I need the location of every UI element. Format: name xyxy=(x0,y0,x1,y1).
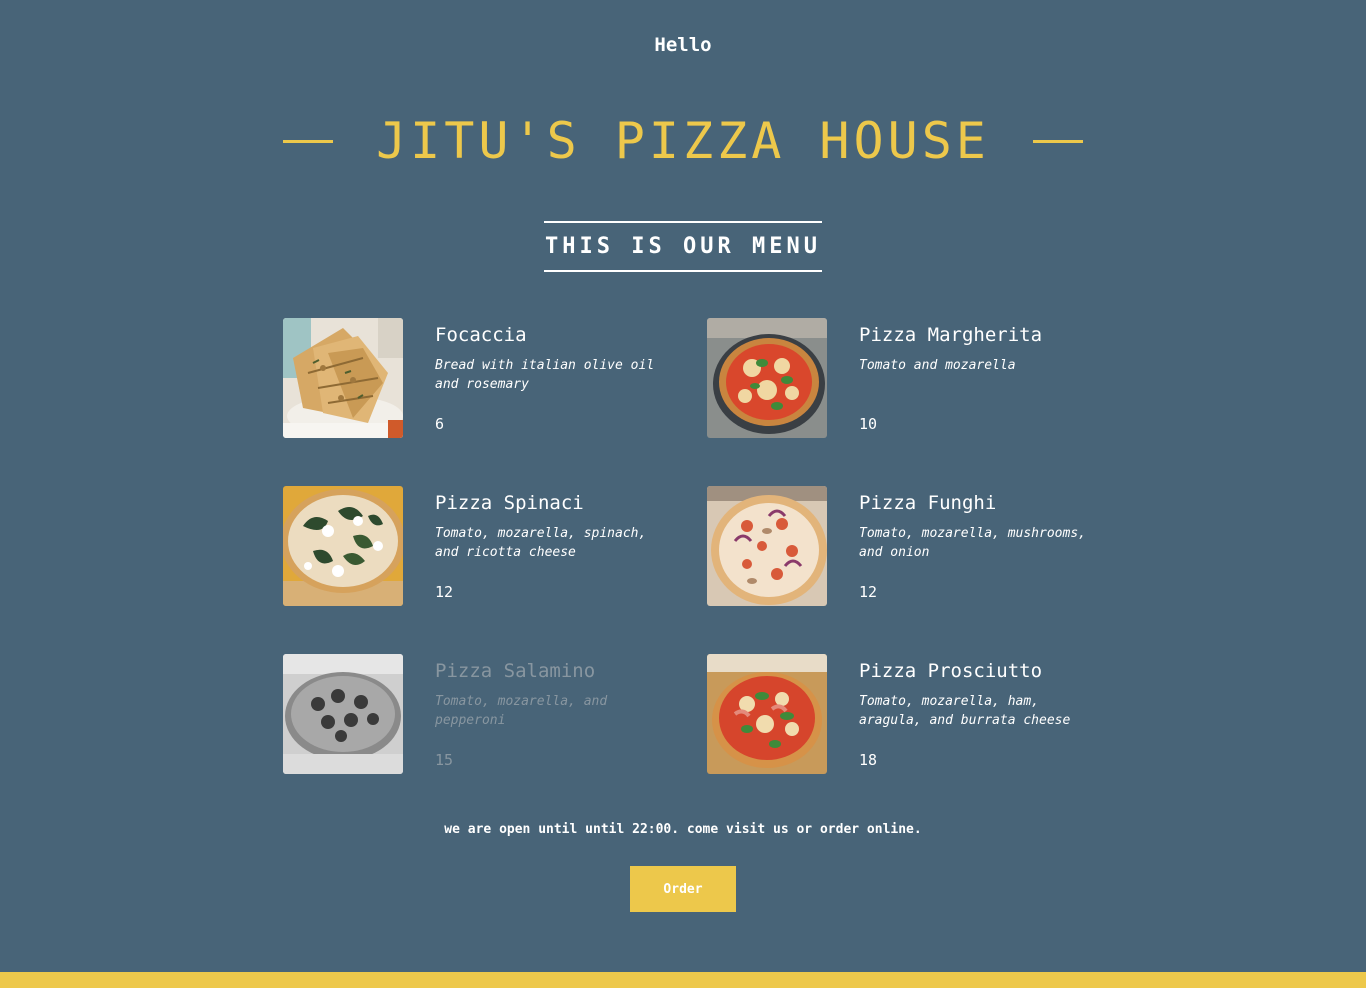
page-title: JITU'S PIZZA HOUSE xyxy=(376,112,990,170)
menu-item-name: Focaccia xyxy=(435,324,527,346)
spinaci-photo xyxy=(283,486,403,606)
funghi-photo xyxy=(707,486,827,606)
menu-item-focaccia: Focaccia Bread with italian olive oil an… xyxy=(283,318,683,438)
footer-bar xyxy=(0,972,1366,988)
title-rule-left xyxy=(283,139,333,143)
opening-hours-message: we are open until until 22:00. come visi… xyxy=(444,822,922,837)
order-button[interactable]: Order xyxy=(630,866,736,912)
menu-item-name: Pizza Funghi xyxy=(859,492,997,514)
menu-item-price: 10 xyxy=(859,415,878,433)
prosciutto-photo xyxy=(707,654,827,774)
menu-item-price: 15 xyxy=(435,751,454,769)
menu-item-description: Bread with italian olive oil and rosemar… xyxy=(435,358,655,392)
menu-heading: THIS IS OUR MENU xyxy=(544,221,822,272)
title-banner: JITU'S PIZZA HOUSE xyxy=(283,108,1083,174)
title-rule-right xyxy=(1032,139,1083,143)
menu-item-prosciutto: Pizza Prosciutto Tomato, mozarella, ham,… xyxy=(707,654,1107,774)
menu-item-name: Pizza Salamino xyxy=(435,660,596,682)
menu-item-funghi: Pizza Funghi Tomato, mozarella, mushroom… xyxy=(707,486,1107,606)
menu-item-name: Pizza Spinaci xyxy=(435,492,584,514)
menu-item-salamino: Pizza Salamino Tomato, mozarella, and pe… xyxy=(283,654,683,774)
salamino-photo xyxy=(283,654,403,774)
menu-item-price: 6 xyxy=(435,415,445,433)
menu-item-description: Tomato and mozarella xyxy=(859,358,1016,373)
menu-item-price: 12 xyxy=(859,583,878,601)
menu-item-price: 12 xyxy=(435,583,454,601)
menu-item-price: 18 xyxy=(859,751,878,769)
menu-item-spinaci: Pizza Spinaci Tomato, mozarella, spinach… xyxy=(283,486,683,606)
focaccia-photo xyxy=(283,318,403,438)
menu-item-description: Tomato, mozarella, ham, aragula, and bur… xyxy=(859,694,1071,728)
menu-item-margherita: Pizza Margherita Tomato and mozarella 10 xyxy=(707,318,1107,438)
margherita-photo xyxy=(707,318,827,438)
menu-item-name: Pizza Margherita xyxy=(859,324,1043,346)
menu-item-description: Tomato, mozarella, mushrooms, and onion xyxy=(859,526,1086,560)
menu-item-description: Tomato, mozarella, and pepperoni xyxy=(435,694,608,728)
greeting: Hello xyxy=(654,34,712,56)
menu-item-description: Tomato, mozarella, spinach, and ricotta … xyxy=(435,526,647,560)
menu-item-name: Pizza Prosciutto xyxy=(859,660,1043,682)
